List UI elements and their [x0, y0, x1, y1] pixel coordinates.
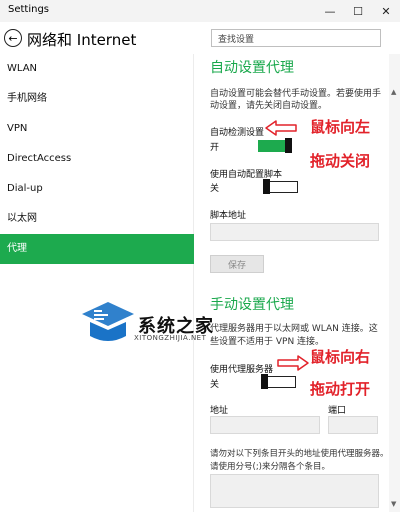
auto-script-toggle[interactable] — [263, 179, 298, 194]
scroll-up-icon[interactable]: ▲ — [391, 88, 396, 96]
watermark-url: XITONGZHIJIA.NET — [134, 334, 207, 342]
toggle-knob[interactable] — [263, 179, 270, 194]
proxy-port-input[interactable] — [328, 416, 378, 434]
maximize-icon: ☐ — [353, 4, 363, 18]
toggle-knob[interactable] — [285, 138, 292, 153]
minimize-button[interactable]: — — [316, 0, 344, 22]
auto-script-label: 使用自动配置脚本 — [210, 170, 283, 180]
back-arrow-icon: ← — [8, 31, 18, 45]
auto-detect-toggle[interactable] — [258, 138, 292, 153]
sidebar-item-proxy[interactable]: 代理 — [0, 234, 194, 264]
manual-proxy-description-line-1: 代理服务器用于以太网或 WLAN 连接。这 — [210, 324, 378, 334]
watermark-logo-icon — [82, 302, 134, 341]
manual-proxy-heading: 手动设置代理 — [210, 297, 294, 313]
page-title: 网络和 Internet — [27, 31, 137, 49]
close-button[interactable]: ✕ — [372, 0, 400, 22]
script-address-label: 脚本地址 — [210, 211, 247, 221]
content-scrollbar[interactable] — [389, 54, 400, 512]
title-bar: Settings — ☐ ✕ — [0, 0, 400, 22]
right-arrow-icon — [277, 355, 309, 371]
use-proxy-state: 关 — [210, 380, 220, 390]
annotation-to-open: 拖动打开 — [310, 380, 371, 398]
sidebar-item-directaccess[interactable]: DirectAccess — [0, 144, 194, 174]
proxy-address-label: 地址 — [210, 406, 229, 416]
auto-proxy-description-line-2: 动设置，请先关闭自动设置。 — [210, 101, 328, 111]
auto-detect-state: 开 — [210, 143, 220, 153]
toggle-knob[interactable] — [261, 374, 268, 389]
auto-script-state: 关 — [210, 184, 220, 194]
auto-detect-label: 自动检测设置 — [210, 128, 265, 138]
sidebar-item-vpn[interactable]: VPN — [0, 114, 194, 144]
back-button[interactable]: ← — [4, 29, 22, 47]
auto-proxy-heading: 自动设置代理 — [210, 60, 294, 76]
manual-proxy-description-line-2: 些设置不适用于 VPN 连接。 — [210, 337, 325, 347]
sidebar-item-wlan[interactable]: WLAN — [0, 54, 194, 84]
save-button[interactable]: 保存 — [210, 255, 264, 273]
sidebar-item-ethernet[interactable]: 以太网 — [0, 204, 194, 234]
annotation-to-close: 拖动关闭 — [310, 152, 371, 170]
scroll-down-icon[interactable]: ▼ — [391, 500, 396, 508]
sidebar: WLAN 手机网络 VPN DirectAccess Dial-up 以太网 代… — [0, 54, 194, 512]
proxy-address-input[interactable] — [210, 416, 320, 434]
left-arrow-icon — [265, 120, 297, 136]
proxy-port-label: 端口 — [328, 406, 347, 416]
minimize-icon: — — [324, 4, 336, 18]
annotation-drag-left: 鼠标向左 — [310, 118, 371, 136]
exceptions-input[interactable] — [210, 474, 379, 508]
window-title: Settings — [8, 4, 50, 15]
exceptions-description-line-1: 请勿对以下列条目开头的地址使用代理服务器。 — [210, 449, 389, 459]
exceptions-description-line-2: 请使用分号(;)来分隔各个条目。 — [210, 462, 330, 472]
maximize-button[interactable]: ☐ — [344, 0, 372, 22]
close-icon: ✕ — [381, 4, 391, 18]
annotation-drag-right: 鼠标向右 — [310, 348, 371, 366]
use-proxy-toggle[interactable] — [261, 374, 296, 389]
sidebar-item-cellular[interactable]: 手机网络 — [0, 84, 194, 114]
script-address-input[interactable] — [210, 223, 379, 241]
sidebar-item-dialup[interactable]: Dial-up — [0, 174, 194, 204]
search-input[interactable]: 查找设置 — [211, 29, 381, 47]
search-placeholder: 查找设置 — [218, 35, 255, 45]
